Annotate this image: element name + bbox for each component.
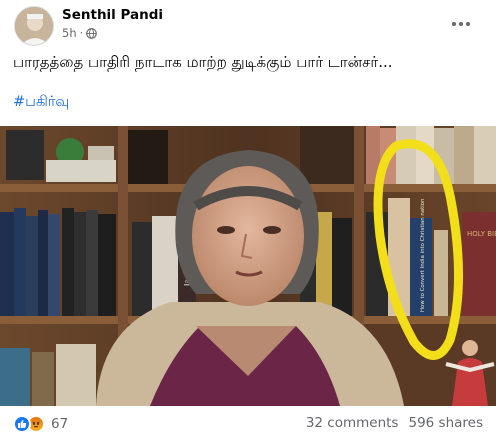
post-footer: 67 32 comments 596 shares xyxy=(0,406,496,439)
globe-icon xyxy=(86,27,98,39)
more-dot-icon xyxy=(466,22,470,26)
hashtag-link[interactable]: #பகிர்வு xyxy=(13,94,69,112)
more-dot-icon xyxy=(452,22,456,26)
book-holy-bible: HOLY BIBLE xyxy=(462,212,496,316)
comments-count[interactable]: 32 comments xyxy=(306,415,399,431)
post-header: Senthil Pandi 5h · xyxy=(0,0,496,48)
avatar-image xyxy=(15,7,53,45)
author-name[interactable]: Senthil Pandi xyxy=(62,7,163,23)
post-meta: 5h · xyxy=(62,26,98,40)
reactions-summary[interactable]: 67 xyxy=(13,415,68,433)
like-icon xyxy=(13,415,31,433)
more-dot-icon xyxy=(459,22,463,26)
book-spine-text: HOLY BIBLE xyxy=(467,230,496,238)
post-time[interactable]: 5h xyxy=(62,26,77,40)
reaction-count: 67 xyxy=(51,416,69,432)
left-books xyxy=(0,208,116,316)
post-stats: 32 comments 596 shares xyxy=(306,415,483,431)
author-avatar[interactable] xyxy=(14,6,54,46)
photo-scene: James Collins How to Convert India into … xyxy=(0,126,496,406)
shares-count[interactable]: 596 shares xyxy=(408,415,483,431)
book-spine-text: How to Convert India into Christian nati… xyxy=(420,199,426,312)
post-text: பாரதத்தை பாதிரி நாடாக மாற்ற துடிக்கும் ப… xyxy=(13,53,393,71)
post-photo[interactable]: James Collins How to Convert India into … xyxy=(0,126,496,406)
more-options-button[interactable] xyxy=(448,14,474,34)
meta-separator: · xyxy=(79,26,84,40)
